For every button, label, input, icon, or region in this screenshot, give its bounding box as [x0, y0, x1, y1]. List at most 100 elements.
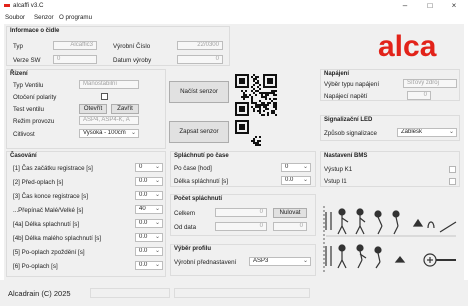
vstup-i1-label: Vstup I1: [324, 178, 347, 185]
menu-o-programu[interactable]: O programu: [59, 14, 92, 21]
info-group-title: Informace o čidle: [10, 28, 60, 34]
rizeni-group: Řízení Typ Ventilu Manostabilní Otočení …: [6, 69, 166, 149]
rezim-provozu-select[interactable]: ASP4, ASP4-K, A: [79, 116, 139, 125]
chevron-down-icon: ⌄: [302, 177, 308, 183]
po-case-value: 0: [285, 164, 289, 170]
napajeci-napeti-label: Napájecí napětí: [324, 93, 368, 100]
minimize-button[interactable]: –: [395, 1, 415, 11]
casovani-row-label: [2] Před-oplach [s]: [13, 179, 64, 186]
status-box-1: [90, 288, 170, 298]
zpusob-signalizace-select[interactable]: Záblesk ⌄: [397, 128, 457, 137]
casovani-row-select[interactable]: 0.0 ⌄: [135, 219, 163, 228]
chevron-down-icon: ⌄: [154, 206, 160, 212]
casovani-row-label: [4a] Délka splachnutí [s]: [13, 221, 80, 228]
led-group-title: Signalizační LED: [324, 117, 373, 123]
chevron-down-icon: ⌄: [302, 258, 308, 264]
typ-label: Typ: [13, 43, 23, 50]
profil-group-title: Výběr profilu: [174, 246, 212, 252]
main-panel: Informace o čidle Typ Alcaffic3 Výrobní …: [4, 24, 464, 280]
casovani-row-select[interactable]: 0.0 ⌄: [135, 261, 163, 270]
chevron-down-icon: ⌄: [154, 192, 160, 198]
casovani-row-select[interactable]: 0 ⌄: [135, 163, 163, 172]
chevron-down-icon: ⌄: [448, 129, 454, 135]
delka-splachnuti-value: 0.0: [285, 177, 294, 183]
chevron-down-icon: ⌄: [154, 178, 160, 184]
maximize-button[interactable]: □: [420, 1, 440, 11]
zpusob-signalizace-label: Způsob signalizace: [324, 130, 377, 137]
menu-soubor[interactable]: Soubor: [5, 14, 25, 21]
profil-group: Výběr profilu Výrobní přednastavení ASP3…: [170, 244, 316, 276]
rizeni-group-title: Řízení: [10, 71, 28, 77]
write-sensor-button[interactable]: Zapsat senzor: [169, 121, 229, 143]
led-group: Signalizační LED Způsob signalizace Zábl…: [320, 115, 460, 141]
alca-logo: alca: [378, 30, 437, 63]
casovani-row-label: [3] Čas konce registrace [s]: [13, 193, 88, 200]
open-valve-button[interactable]: Otevřít: [79, 104, 107, 114]
casovani-row-label: [1] Čas začátku registrace [s]: [13, 165, 93, 172]
vstup-i1-checkbox[interactable]: [449, 178, 456, 185]
vyrobni-prednastaveni-label: Výrobní přednastavení: [174, 259, 237, 266]
citlivost-label: Citlivost: [13, 131, 35, 138]
casovani-row-select[interactable]: 40 ⌄: [135, 205, 163, 214]
otoceni-polarity-checkbox[interactable]: [101, 93, 108, 100]
po-case-select[interactable]: 0 ⌄: [281, 163, 311, 172]
title-bar: alcaffi v3.C – □ ×: [0, 0, 468, 12]
celkem-label: Celkem: [174, 210, 195, 217]
vystup-k1-label: Výstup K1: [324, 166, 353, 173]
od-data-label: Od data: [174, 224, 197, 231]
chevron-down-icon: ⌄: [154, 164, 160, 170]
casovani-row-label: [5] Po-oplach zpoždění [s]: [13, 249, 85, 256]
citlivost-value: Vysoká - 100cm: [83, 130, 126, 136]
napajeni-group-title: Napájení: [324, 71, 350, 77]
casovani-row-label: [6] Po-oplach [s]: [13, 263, 58, 270]
casovani-row-select[interactable]: 0.0 ⌄: [135, 177, 163, 186]
od-data-field: 0: [215, 222, 267, 231]
casovani-row-value: 40: [139, 206, 146, 212]
casovani-group-title: Časování: [10, 153, 37, 159]
verze-sw-field: 0: [53, 55, 97, 64]
qr-code-bottom: [235, 120, 261, 146]
casovani-row-select[interactable]: 0.0 ⌄: [135, 191, 163, 200]
vyber-napajeni-value: Síťový zdroj: [407, 80, 439, 86]
splachnuti-group-title: Spláchnutí po čase: [174, 153, 229, 159]
vystup-k1-checkbox[interactable]: [449, 166, 456, 173]
chevron-down-icon: ⌄: [154, 220, 160, 226]
window-title: alcaffi v3.C: [13, 2, 44, 9]
casovani-row-value: 0.0: [139, 192, 148, 198]
vyrobni-prednastaveni-select[interactable]: ASP3 ⌄: [249, 257, 311, 266]
status-app-name: Alcadrain: [8, 289, 40, 298]
casovani-row-label: [4b] Délka malého splachnutí [s]: [13, 235, 102, 242]
status-box-2: [174, 288, 310, 298]
close-valve-button[interactable]: Zavřít: [111, 104, 139, 114]
casovani-row-value: 0.0: [139, 178, 148, 184]
vyrobni-cislo-field: 22/0300: [177, 41, 223, 50]
typ-field: Alcaffic3: [53, 41, 97, 50]
read-sensor-button[interactable]: Načíst senzor: [169, 81, 229, 103]
chevron-down-icon: ⌄: [154, 262, 160, 268]
verze-sw-label: Verze SW: [13, 57, 41, 64]
citlivost-select[interactable]: Vysoká - 100cm ⌄: [79, 129, 139, 138]
datum-vyroby-label: Datum výroby: [113, 57, 152, 64]
napajeni-group: Napájení Výběr typu napájení Síťový zdro…: [320, 69, 460, 101]
qr-code-top: [235, 74, 277, 116]
menu-senzor[interactable]: Senzor: [34, 14, 54, 21]
od-data-field-2: 0: [273, 222, 307, 231]
vyber-napajeni-select[interactable]: Síťový zdroj: [403, 79, 457, 88]
splachnuti-group: Spláchnutí po čase Po čase [hod] 0 ⌄ Délk…: [170, 151, 316, 187]
otoceni-polarity-label: Otočení polarity: [13, 94, 57, 101]
delka-splachnuti-select[interactable]: 0.0 ⌄: [281, 176, 311, 185]
casovani-group: Časování [1] Čas začátku registrace [s] 0…: [6, 151, 166, 277]
status-copyright: (C) 2025: [41, 289, 71, 298]
casovani-row-value: 0: [139, 164, 143, 170]
casovani-row-label: ...Přepínač Malé/Velké [s]: [13, 207, 84, 214]
typ-ventilu-field: Manostabilní: [79, 80, 139, 89]
casovani-row-select[interactable]: 0.0 ⌄: [135, 247, 163, 256]
datum-vyroby-field: 0: [177, 55, 223, 64]
nulovat-button[interactable]: Nulovat: [273, 208, 307, 218]
casovani-row-value: 0.0: [139, 262, 148, 268]
casovani-row-select[interactable]: 0.0 ⌄: [135, 233, 163, 242]
close-button[interactable]: ×: [444, 1, 464, 11]
chevron-down-icon: ⌄: [154, 248, 160, 254]
status-bar: Alcadrain (C) 2025: [0, 280, 468, 306]
casovani-row-value: 0.0: [139, 234, 148, 240]
